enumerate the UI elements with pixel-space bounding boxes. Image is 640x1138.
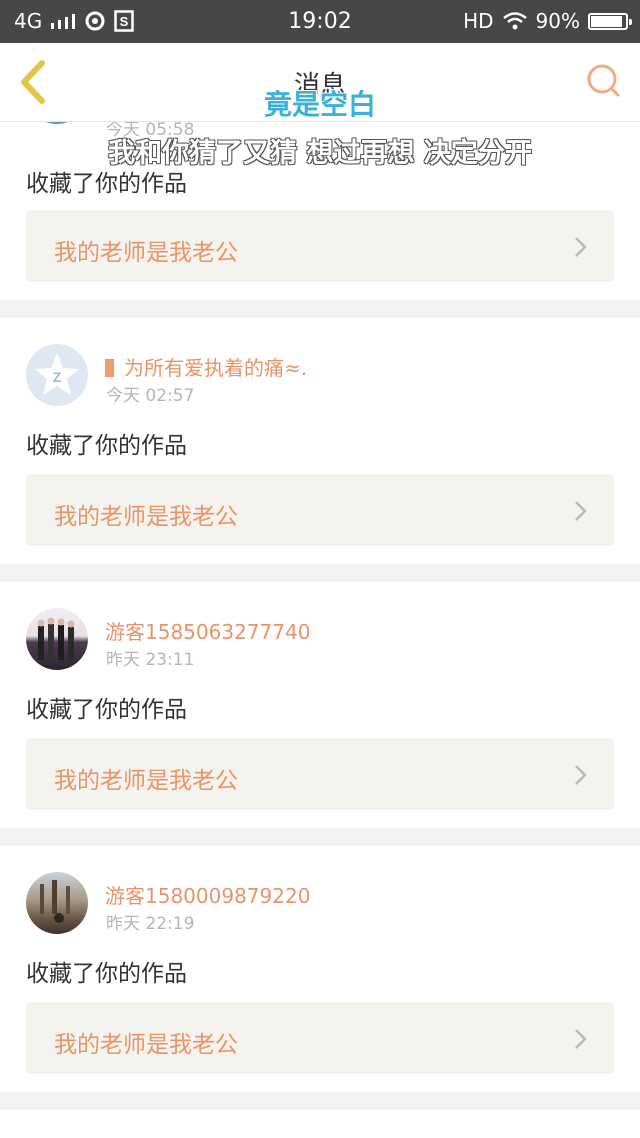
chevron-right-icon (575, 501, 587, 521)
message-time: 昨天 22:19 (106, 914, 195, 934)
message-time: 昨天 23:11 (106, 650, 195, 670)
avatar[interactable] (26, 608, 88, 670)
message-action: 收藏了你的作品 (26, 433, 187, 459)
avatar[interactable] (26, 872, 88, 934)
chevron-right-icon (575, 765, 587, 785)
avatar[interactable]: Z (26, 344, 88, 406)
overlay-caption-bottom: 我和你猜了又猜 想过再想 决定分开 (108, 138, 532, 169)
message-card: 游客1580009879220 昨天 22:19 收藏了你的作品 我的老师是我老… (0, 846, 640, 1092)
status-right: HD 90% (463, 9, 632, 33)
message-username[interactable]: 游客1585063277740 (105, 616, 310, 645)
work-title: 我的老师是我老公 (54, 240, 238, 266)
work-link[interactable]: 我的老师是我老公 (26, 210, 614, 282)
work-link[interactable]: 我的老师是我老公 (26, 474, 614, 546)
username-text: 为所有爱执着的痛≈. (124, 356, 308, 380)
message-action: 收藏了你的作品 (26, 961, 187, 987)
svg-text:Z: Z (53, 369, 62, 385)
landscape-photo-icon (40, 880, 70, 923)
overlay-caption-top: 竟是空白 (263, 88, 376, 121)
hd-label: HD (463, 9, 494, 33)
work-title: 我的老师是我老公 (54, 1032, 238, 1058)
message-username[interactable]: 为所有爱执着的痛≈. (105, 352, 307, 381)
status-bar: 4G S 19:02 HD 90% (0, 0, 640, 43)
message-username[interactable]: 游客1580009879220 (105, 880, 310, 909)
message-action: 收藏了你的作品 (26, 697, 187, 723)
battery-icon (588, 12, 632, 30)
message-card: Z 为所有爱执着的痛≈. 今天 02:57 收藏了你的作品 我的老师是我老公 (0, 318, 640, 564)
work-link[interactable]: 我的老师是我老公 (26, 1002, 614, 1074)
chevron-right-icon (575, 1029, 587, 1049)
message-time: 今天 02:57 (106, 386, 195, 406)
default-avatar-icon: Z (35, 353, 79, 395)
battery-percent: 90% (535, 9, 580, 33)
work-title: 我的老师是我老公 (54, 768, 238, 794)
chevron-right-icon (575, 237, 587, 257)
group-photo-icon (37, 617, 75, 660)
color-bar-mark (105, 359, 114, 377)
message-card (0, 1110, 640, 1138)
wifi-icon (502, 12, 527, 30)
battery-fill (591, 15, 622, 27)
message-card: 游客1585063277740 昨天 23:11 收藏了你的作品 我的老师是我老… (0, 582, 640, 828)
work-title: 我的老师是我老公 (54, 504, 238, 530)
message-list[interactable]: 今天 05:58 收藏了你的作品 我的老师是我老公 Z 为所有爱执着的痛≈. 今… (0, 122, 640, 1138)
work-link[interactable]: 我的老师是我老公 (26, 738, 614, 810)
